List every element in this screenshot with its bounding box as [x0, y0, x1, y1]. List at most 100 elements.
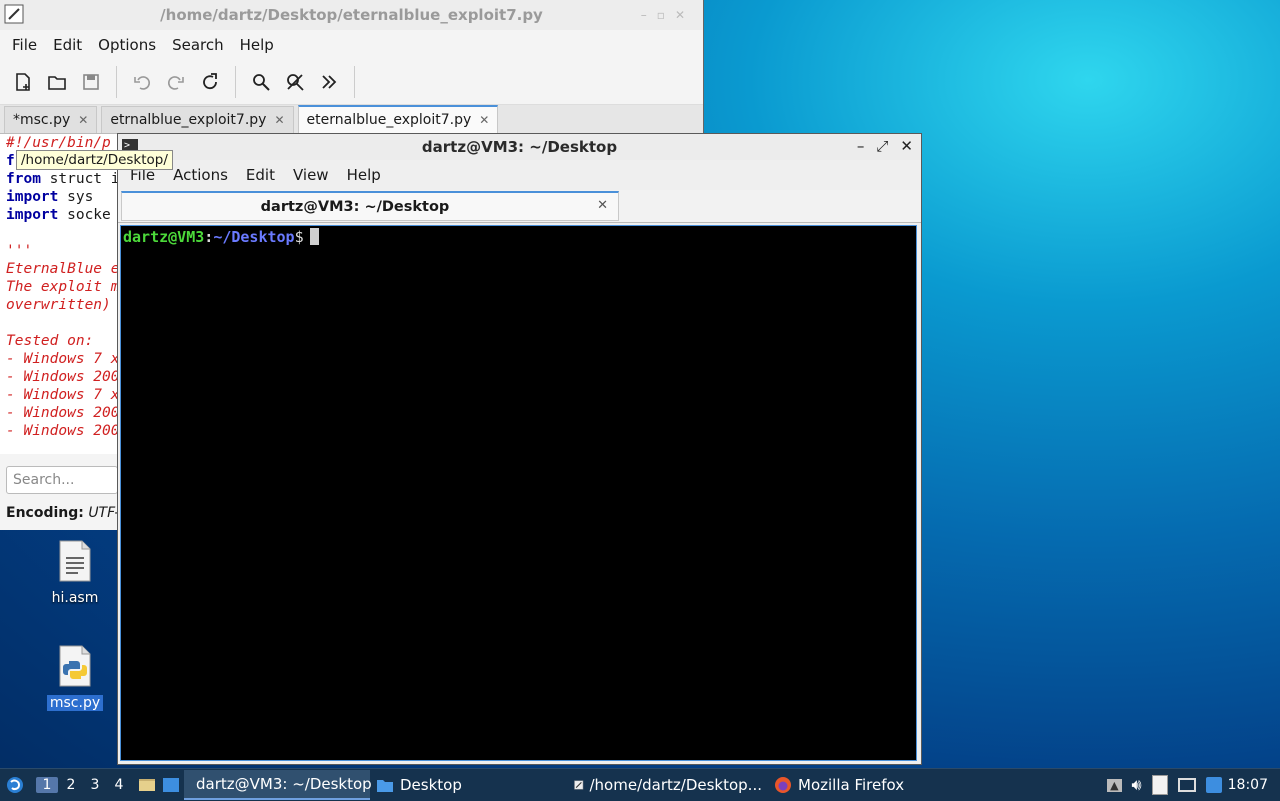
- reload-icon: [203, 73, 217, 90]
- goto-line-button[interactable]: [314, 67, 344, 97]
- start-menu-button[interactable]: [0, 770, 30, 800]
- task-editor[interactable]: /home/dartz/Desktop...: [568, 770, 768, 800]
- clipboard-icon[interactable]: [1151, 775, 1168, 795]
- terminal-window-controls[interactable]: – ⤢ ✕: [857, 137, 913, 155]
- desktop-icon-hi-asm[interactable]: hi.asm: [35, 540, 115, 606]
- folder-open-icon: [48, 76, 66, 90]
- workspace-4[interactable]: 4: [108, 777, 130, 793]
- folder-icon: [377, 780, 393, 792]
- terminal-titlebar[interactable]: >_ dartz@VM3: ~/Desktop – ⤢ ✕: [118, 134, 921, 160]
- menu-help[interactable]: Help: [234, 36, 280, 54]
- toolbar-separator: [116, 66, 117, 98]
- close-icon[interactable]: ✕: [900, 137, 913, 155]
- code-keyword: import: [6, 207, 59, 223]
- terminal-tab[interactable]: dartz@VM3: ~/Desktop ✕: [121, 191, 619, 221]
- task-firefox[interactable]: Mozilla Firefox: [768, 770, 930, 800]
- search-input[interactable]: Search...: [6, 466, 118, 494]
- tab-msc-py[interactable]: *msc.py ✕: [4, 106, 98, 133]
- terminal-window[interactable]: >_ dartz@VM3: ~/Desktop – ⤢ ✕ File Actio…: [117, 133, 922, 765]
- update-notifier-icon[interactable]: [1205, 777, 1222, 793]
- desktop-icon-label: msc.py: [46, 695, 104, 711]
- undo-button[interactable]: [127, 67, 157, 97]
- taskbar: 1 2 3 4 dartz@VM3: ~/Desktop Desktop /ho…: [0, 768, 1280, 801]
- menu-view[interactable]: View: [287, 166, 335, 184]
- maximize-icon[interactable]: ⤢: [876, 137, 888, 155]
- terminal-tab-label: dartz@VM3: ~/Desktop: [260, 199, 450, 215]
- show-desktop-button[interactable]: [158, 770, 184, 800]
- task-label: Mozilla Firefox: [798, 776, 905, 794]
- tab-etrnalblue-exploit7[interactable]: etrnalblue_exploit7.py ✕: [101, 106, 294, 133]
- find-replace-button[interactable]: [280, 67, 310, 97]
- task-label: Desktop: [400, 776, 462, 794]
- redo-button[interactable]: [161, 67, 191, 97]
- task-label: dartz@VM3: ~/Desktop: [196, 775, 372, 793]
- close-icon[interactable]: ✕: [78, 113, 88, 127]
- menu-help[interactable]: Help: [341, 166, 387, 184]
- desktop-icon-msc-py[interactable]: msc.py: [35, 645, 115, 711]
- terminal-title: dartz@VM3: ~/Desktop: [421, 138, 618, 156]
- search-icon: [253, 74, 270, 91]
- quick-launch-file-manager[interactable]: [136, 770, 158, 800]
- tray-expand-icon[interactable]: ▲: [1107, 778, 1122, 792]
- tab-label: eternalblue_exploit7.py: [306, 112, 472, 128]
- code-text: struct i: [40, 171, 120, 187]
- code-line: import socke: [6, 206, 124, 224]
- workspace-2[interactable]: 2: [60, 777, 82, 793]
- prompt-path: ~/Desktop: [213, 228, 295, 246]
- menu-options[interactable]: Options: [92, 36, 162, 54]
- clock[interactable]: 18:07: [1228, 777, 1280, 793]
- save-button[interactable]: [76, 67, 106, 97]
- menu-edit[interactable]: Edit: [240, 166, 281, 184]
- prompt-user: dartz@VM3: [123, 228, 205, 246]
- path-tooltip: /home/dartz/Desktop/: [16, 150, 173, 170]
- redo-icon: [167, 76, 184, 90]
- code-line: - Windows 200: [6, 369, 120, 385]
- code-editor[interactable]: #!/usr/bin/pfrom impackefrom struct iimp…: [0, 134, 124, 454]
- encoding-status: Encoding: UTF-8: [6, 505, 128, 521]
- code-line: import sys: [6, 188, 124, 206]
- menu-file[interactable]: File: [6, 36, 43, 54]
- close-icon[interactable]: ✕: [597, 198, 608, 213]
- tab-eternalblue-exploit7[interactable]: eternalblue_exploit7.py ✕: [297, 105, 499, 133]
- file-manager-icon: [139, 779, 155, 791]
- editor-tabbar: *msc.py ✕ etrnalblue_exploit7.py ✕ etern…: [0, 105, 703, 134]
- volume-icon[interactable]: 🔊︎: [1132, 775, 1142, 795]
- editor-titlebar[interactable]: /home/dartz/Desktop/eternalblue_exploit7…: [0, 0, 703, 30]
- app-menu-icon: [7, 777, 23, 793]
- workspace-3[interactable]: 3: [84, 777, 106, 793]
- maximize-icon[interactable]: ▫: [657, 8, 675, 22]
- python-file-icon: [59, 645, 91, 687]
- task-terminal[interactable]: dartz@VM3: ~/Desktop: [184, 770, 372, 800]
- minimize-icon[interactable]: –: [857, 137, 865, 155]
- find-button[interactable]: [246, 67, 276, 97]
- network-icon[interactable]: [1177, 778, 1196, 792]
- open-file-button[interactable]: [42, 67, 72, 97]
- menu-actions[interactable]: Actions: [167, 166, 234, 184]
- menu-edit[interactable]: Edit: [47, 36, 88, 54]
- find-replace-icon: [287, 74, 304, 91]
- minimize-icon[interactable]: –: [641, 8, 657, 22]
- code-keyword: import: [6, 189, 59, 205]
- close-icon[interactable]: ✕: [675, 8, 695, 22]
- editor-title: /home/dartz/Desktop/eternalblue_exploit7…: [160, 6, 543, 24]
- terminal-screen[interactable]: dartz@VM3:~/Desktop$: [120, 225, 917, 761]
- terminal-menubar: File Actions Edit View Help: [118, 160, 921, 190]
- prompt-symbol: $: [294, 228, 304, 246]
- code-line: - Windows 7 x: [6, 351, 120, 367]
- tab-label: *msc.py: [13, 112, 71, 128]
- code-line: - Windows 7 x: [6, 387, 120, 403]
- new-file-button[interactable]: [8, 67, 38, 97]
- workspace-1[interactable]: 1: [36, 777, 58, 793]
- reload-button[interactable]: [195, 67, 225, 97]
- editor-window-controls[interactable]: –▫✕: [641, 8, 695, 22]
- menu-search[interactable]: Search: [166, 36, 230, 54]
- task-label: /home/dartz/Desktop...: [589, 776, 763, 794]
- task-desktop-folder[interactable]: Desktop: [370, 770, 568, 800]
- desktop-icon-label: hi.asm: [51, 590, 99, 606]
- code-line: - Windows 200: [6, 405, 120, 421]
- close-icon[interactable]: ✕: [479, 113, 489, 127]
- close-icon[interactable]: ✕: [274, 113, 284, 127]
- code-line: - Windows 200: [6, 423, 120, 439]
